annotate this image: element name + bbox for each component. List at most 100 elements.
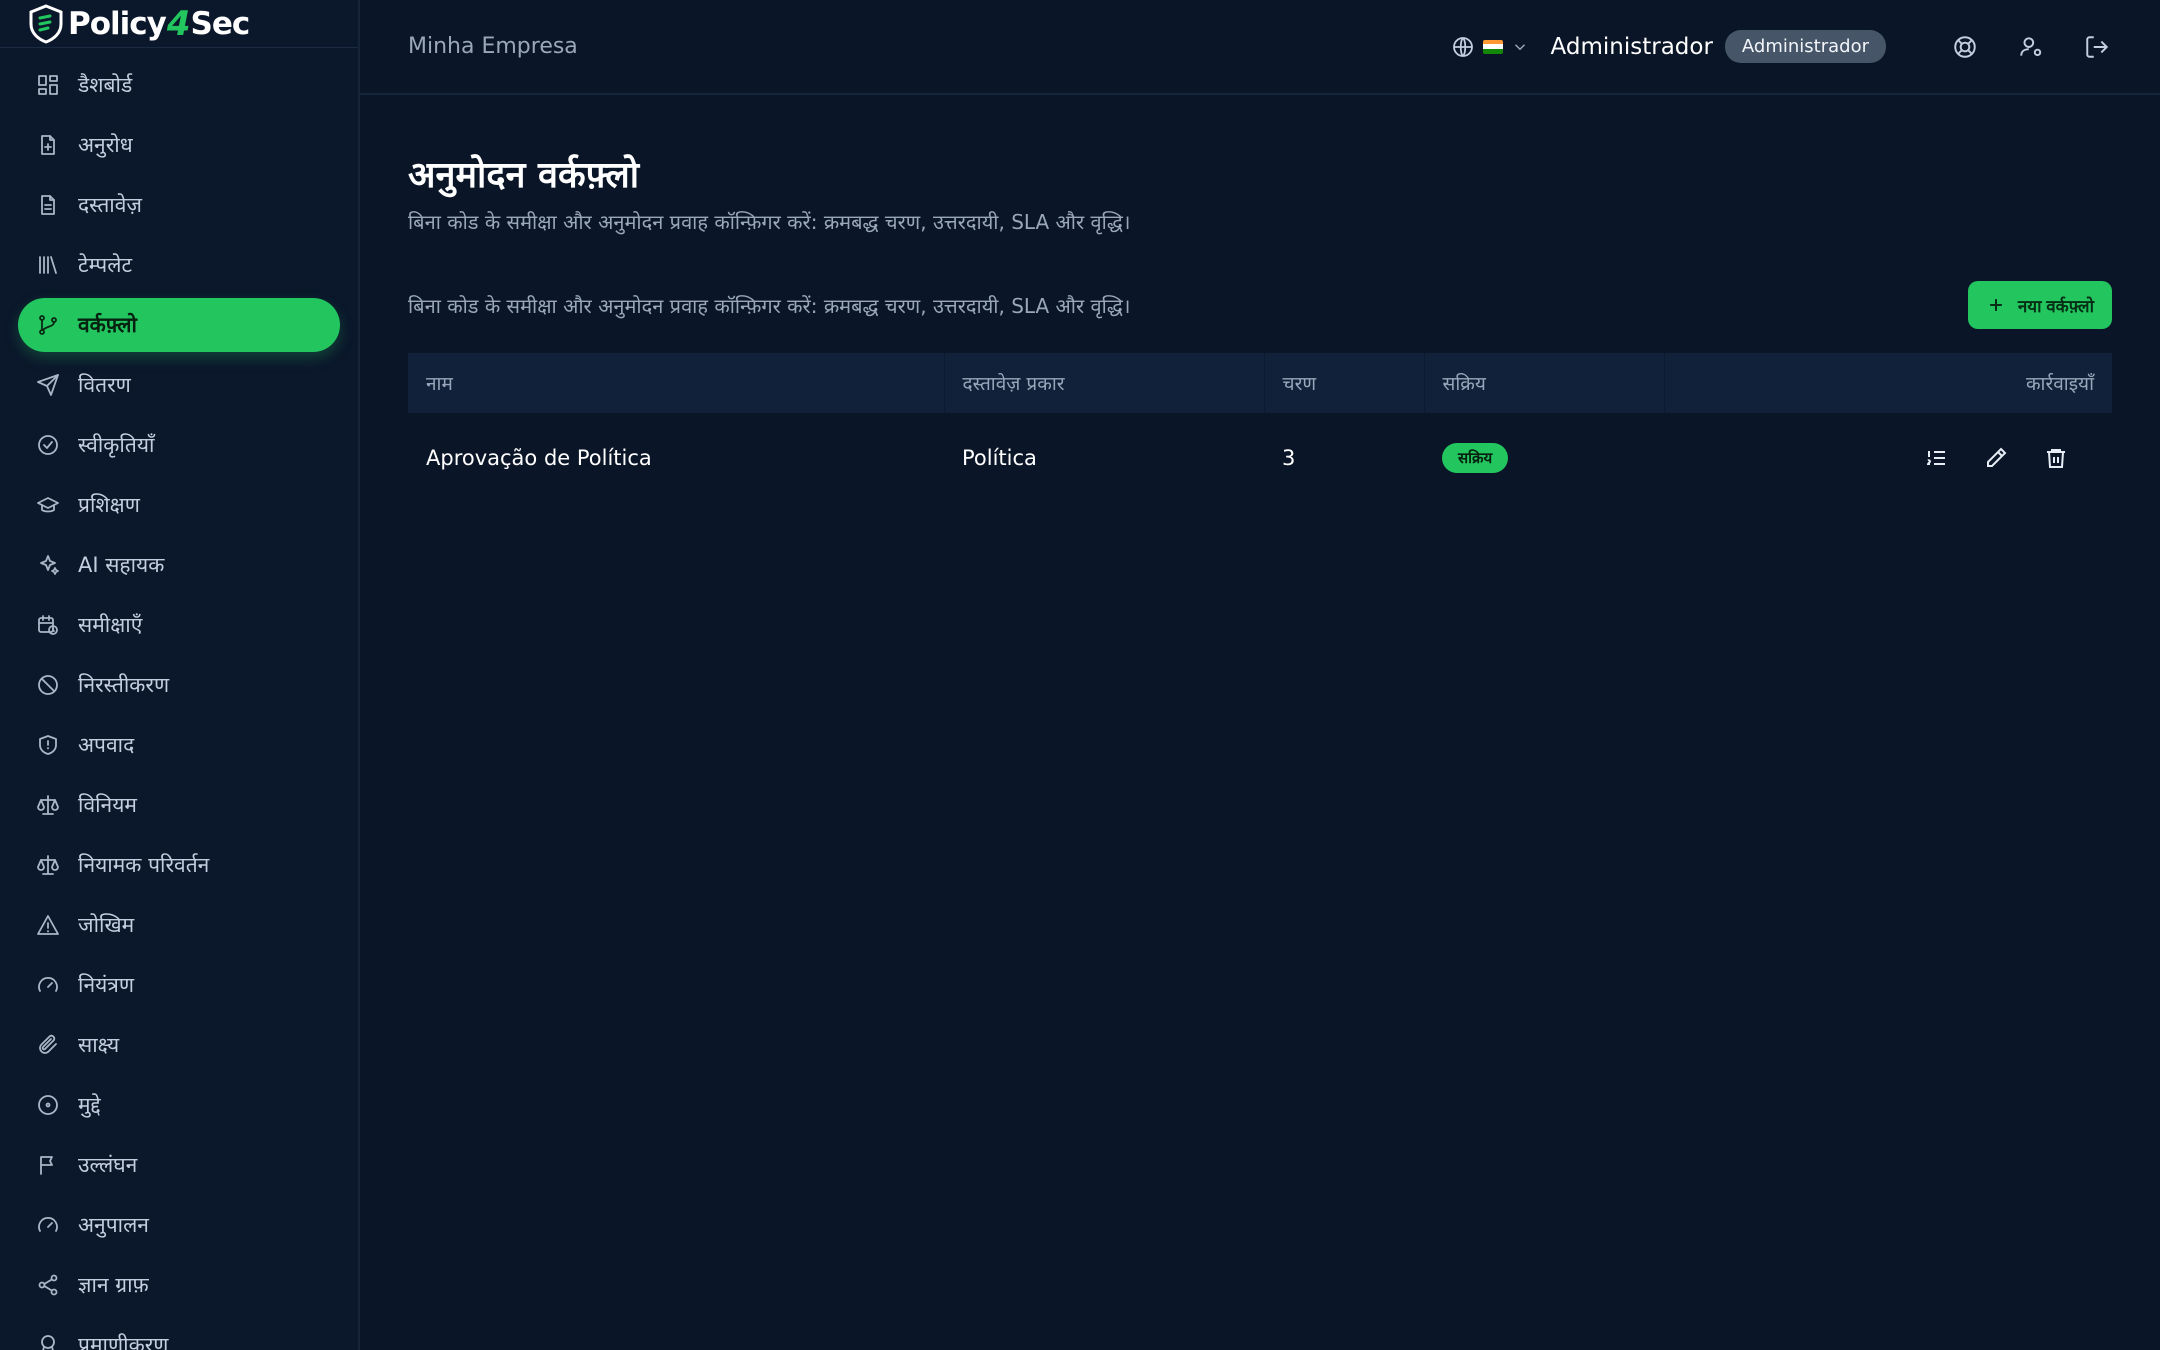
sidebar-item-18[interactable]: उल्लंघन [18, 1138, 340, 1192]
sidebar-item-10[interactable]: निरस्तीकरण [18, 658, 340, 712]
shield-logo-icon [29, 3, 63, 44]
sidebar-item-label: समीक्षाएँ [78, 613, 143, 637]
sidebar-item-label: साक्ष्य [78, 1033, 120, 1057]
graduation-cap-icon [37, 497, 59, 513]
gauge-icon [38, 1217, 58, 1232]
sidebar-item-label: अनुरोध [78, 133, 133, 157]
sidebar-item-3[interactable]: टेम्पलेट [18, 238, 340, 292]
shield-alert-icon [39, 735, 57, 755]
page-title: अनुमोदन वर्कफ़्लो [408, 155, 640, 196]
new-workflow-label: नया वर्कफ़्लो [2017, 296, 2094, 316]
sidebar-item-14[interactable]: जोखिम [18, 898, 340, 952]
globe-icon [1452, 36, 1473, 57]
sidebar-item-label: नियंत्रण [78, 973, 135, 997]
sidebar-item-label: अपवाद [78, 733, 135, 757]
check-circle-icon [38, 435, 58, 455]
sidebar-item-11[interactable]: अपवाद [18, 718, 340, 772]
workflow-name: Aprovação de Política [426, 446, 652, 470]
sidebar-item-label: डैशबोर्ड [78, 73, 133, 97]
sidebar-item-label: वर्कफ़्लो [78, 313, 137, 337]
alert-triangle-icon [37, 915, 59, 935]
main-area: Minha Empresa Administrador Administrado… [360, 0, 2160, 1350]
table-header-row: नाम दस्तावेज़ प्रकार चरण सक्रिय कार्रवाइ… [408, 353, 2112, 413]
workflow-steps: 3 [1282, 446, 1296, 470]
sidebar-item-19[interactable]: अनुपालन [18, 1198, 340, 1252]
new-workflow-button[interactable]: नया वर्कफ़्लो [1967, 281, 2112, 329]
user-name: Administrador [1550, 33, 1713, 60]
language-selector[interactable] [1451, 35, 1529, 59]
sidebar-item-0[interactable]: डैशबोर्ड [18, 58, 340, 112]
sidebar-item-label: स्वीकृतियाँ [78, 433, 155, 457]
topbar: Minha Empresa Administrador Administrado… [360, 0, 2160, 95]
company-name: Minha Empresa [408, 34, 578, 59]
logout-icon[interactable] [2082, 32, 2112, 62]
brand-name: Policy 4 Sec [68, 3, 250, 44]
column-header-name[interactable]: नाम [408, 353, 945, 413]
scale-icon [37, 795, 59, 815]
sidebar-item-7[interactable]: प्रशिक्षण [18, 478, 340, 532]
list-steps-icon[interactable] [1922, 444, 1950, 472]
sidebar-item-label: विनियम [78, 793, 137, 817]
sidebar-item-label: मुद्दे [78, 1093, 101, 1117]
sidebar-item-label: प्रशिक्षण [78, 493, 140, 517]
calendar-clock-icon [38, 615, 58, 635]
gauge-icon [38, 977, 58, 992]
sidebar-item-label: उल्लंघन [78, 1153, 138, 1177]
sidebar-item-label: ज्ञान ग्राफ़ [78, 1273, 149, 1297]
sidebar: Policy 4 Sec डैशबोर्ड अनुरोध दस्तावेज़ टेम्पल… [0, 0, 360, 1350]
dashboard-icon [38, 75, 58, 95]
india-flag-icon [1482, 39, 1503, 54]
delete-icon[interactable] [2042, 444, 2070, 472]
workflows-table: नाम दस्तावेज़ प्रकार चरण सक्रिय कार्रवाइ… [408, 353, 2112, 503]
scale-icon [37, 855, 59, 875]
library-icon [39, 256, 57, 274]
badge-icon [41, 1335, 55, 1350]
send-icon [37, 374, 59, 396]
sidebar-item-4[interactable]: वर्कफ़्लो [18, 298, 340, 352]
sidebar-item-label: AI सहायक [78, 553, 165, 577]
sidebar-item-9[interactable]: समीक्षाएँ [18, 598, 340, 652]
sidebar-item-12[interactable]: विनियम [18, 778, 340, 832]
edit-icon[interactable] [1982, 444, 2010, 472]
sidebar-item-21[interactable]: प्रमाणीकरण [18, 1318, 340, 1350]
sidebar-item-17[interactable]: मुद्दे [18, 1078, 340, 1132]
column-header-steps[interactable]: चरण [1264, 353, 1425, 413]
document-icon [41, 195, 55, 215]
role-badge: Administrador [1724, 30, 1886, 63]
paperclip-icon [39, 1034, 57, 1054]
help-icon[interactable] [1950, 32, 1980, 62]
page-subtitle: बिना कोड के समीक्षा और अनुमोदन प्रवाह कॉ… [408, 210, 1131, 234]
ban-icon [38, 675, 58, 695]
sidebar-item-15[interactable]: नियंत्रण [18, 958, 340, 1012]
column-header-active[interactable]: सक्रिय [1424, 353, 1665, 413]
sidebar-item-8[interactable]: AI सहायक [18, 538, 340, 592]
sidebar-nav: डैशबोर्ड अनुरोध दस्तावेज़ टेम्पलेट वर्कफ़्लो… [0, 48, 358, 1350]
toolbar: बिना कोड के समीक्षा और अनुमोदन प्रवाह कॉ… [408, 281, 2112, 329]
sidebar-item-5[interactable]: वितरण [18, 358, 340, 412]
circle-dot-icon [38, 1095, 58, 1115]
sidebar-item-label: निरस्तीकरण [78, 673, 170, 697]
sidebar-item-label: प्रमाणीकरण [78, 1333, 169, 1350]
sidebar-item-20[interactable]: ज्ञान ग्राफ़ [18, 1258, 340, 1312]
column-header-doc-type[interactable]: दस्तावेज़ प्रकार [944, 353, 1265, 413]
file-plus-icon [41, 135, 55, 155]
sidebar-item-label: जोखिम [78, 913, 135, 937]
user-settings-icon[interactable] [2016, 32, 2046, 62]
git-branch-icon [39, 315, 57, 335]
sidebar-item-1[interactable]: अनुरोध [18, 118, 340, 172]
share-icon [38, 1274, 58, 1296]
sidebar-item-label: टेम्पलेट [78, 253, 133, 277]
page-content: अनुमोदन वर्कफ़्लो बिना कोड के समीक्षा और… [360, 95, 2160, 503]
sparkles-icon [40, 555, 59, 575]
workflow-status-cell: सक्रिय [1424, 413, 1664, 503]
sidebar-item-label: नियामक परिवर्तन [78, 853, 210, 877]
plus-icon [1989, 299, 2002, 311]
chevron-down-icon [1514, 43, 1525, 50]
sidebar-item-16[interactable]: साक्ष्य [18, 1018, 340, 1072]
sidebar-item-13[interactable]: नियामक परिवर्तन [18, 838, 340, 892]
sidebar-item-6[interactable]: स्वीकृतियाँ [18, 418, 340, 472]
table-row[interactable]: Aprovação de Política Política 3 सक्रिय [408, 413, 2112, 503]
sidebar-item-2[interactable]: दस्तावेज़ [18, 178, 340, 232]
brand-logo[interactable]: Policy 4 Sec [0, 0, 358, 48]
sidebar-item-label: वितरण [78, 373, 131, 397]
